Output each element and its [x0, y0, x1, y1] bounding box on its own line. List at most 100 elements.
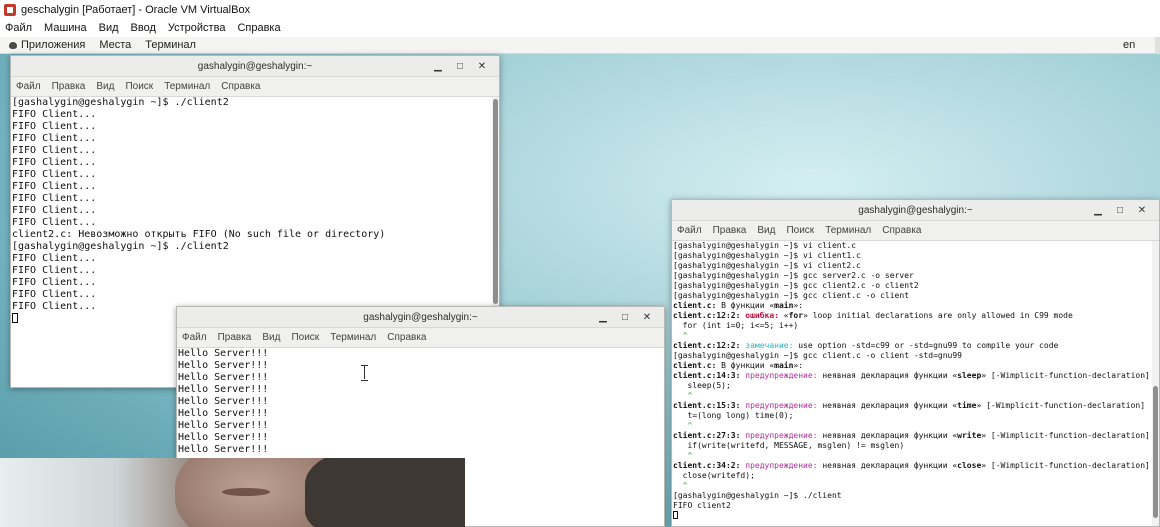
terminal-output[interactable]: [gashalygin@geshalygin ~]$ vi client.c [g… [672, 241, 1159, 526]
terminal-text: client.c:12:2: [673, 311, 746, 320]
menu-view[interactable]: Вид [757, 225, 775, 236]
terminal-text: [gashalygin@geshalygin ~]$ gcc client.c … [673, 291, 910, 300]
terminal-text: client.c: [673, 301, 717, 310]
terminal-text: предупреждение: [745, 371, 823, 380]
menu-search[interactable]: Поиск [786, 225, 814, 236]
terminal-line: FIFO Client... [12, 205, 97, 216]
menu-terminal[interactable]: Терминал [164, 81, 210, 92]
places-menu[interactable]: Места [99, 39, 131, 51]
terminal-line: FIFO Client... [12, 133, 97, 144]
vbox-menu-devices[interactable]: Устройства [168, 22, 226, 34]
terminal-line: FIFO Client... [12, 265, 97, 276]
terminal-line: FIFO Client... [12, 193, 97, 204]
virtualbox-app-icon [4, 3, 16, 16]
vbox-menu-view[interactable]: Вид [99, 22, 119, 34]
close-icon[interactable]: ✕ [471, 56, 493, 77]
minimize-icon[interactable]: ▁ [1087, 200, 1109, 221]
menu-edit[interactable]: Правка [52, 81, 86, 92]
terminal-text: » loop initial declarations are only all… [803, 311, 1073, 320]
terminal-line: [gashalygin@geshalygin ~]$ ./client [673, 491, 1159, 501]
terminal-text: client.c:14:3: [673, 371, 746, 380]
terminal-line: [gashalygin@geshalygin ~]$ gcc server2.c… [673, 271, 1159, 281]
terminal-text: неявная декларация функции « [822, 431, 958, 440]
vbox-menu-file[interactable]: Файл [5, 22, 32, 34]
terminal-text: [gashalygin@geshalygin ~]$ ./client [673, 491, 842, 500]
terminal-text: ^ [673, 421, 693, 430]
scrollbar-thumb[interactable] [1153, 386, 1158, 518]
terminal-line: if(write(writefd, MESSAGE, msglen) != ms… [673, 441, 1159, 451]
terminal-title-bar[interactable]: gashalygin@geshalygin:~ ▁ □ ✕ [177, 307, 664, 328]
terminal-line: ^ [673, 421, 1159, 431]
maximize-icon[interactable]: □ [1109, 200, 1131, 221]
terminal-line: FIFO Client... [12, 109, 97, 120]
vbox-menu-machine[interactable]: Машина [44, 22, 87, 34]
terminal-text: for (int i=0; i<=5; i++) [673, 321, 799, 330]
terminal-text: write [957, 431, 982, 440]
terminal-line: ^ [673, 391, 1159, 401]
terminal-line: [gashalygin@geshalygin ~]$ ./client2 [12, 241, 229, 252]
menu-terminal[interactable]: Терминал [330, 332, 376, 343]
terminal-text: ^ [673, 391, 693, 400]
menu-help[interactable]: Справка [387, 332, 426, 343]
menu-file[interactable]: Файл [182, 332, 207, 343]
terminal-line: FIFO Client... [12, 289, 97, 300]
maximize-icon[interactable]: □ [449, 56, 471, 77]
menu-view[interactable]: Вид [96, 81, 114, 92]
gnome-top-bar: Приложения Места Терминал en [0, 37, 1160, 54]
terminal-line: Hello Server!!! [178, 360, 269, 371]
terminal-text: FIFO client2 [673, 501, 731, 510]
menu-terminal[interactable]: Терминал [825, 225, 871, 236]
terminal-text: [gashalygin@geshalygin ~]$ gcc client2.c… [673, 281, 919, 290]
terminal-line: FIFO Client... [12, 253, 97, 264]
terminal-text: »: [793, 361, 804, 370]
webcam-overlay [0, 458, 465, 527]
gnome-foot-icon [8, 40, 18, 50]
minimize-icon[interactable]: ▁ [592, 307, 614, 328]
keyboard-layout-indicator[interactable]: en [1123, 39, 1135, 51]
vbox-menu-help[interactable]: Справка [237, 22, 280, 34]
applications-menu[interactable]: Приложения [8, 39, 85, 51]
vbox-menu-input[interactable]: Ввод [131, 22, 156, 34]
terminal-line: Hello Server!!! [178, 384, 269, 395]
terminal-menu-bar: Файл Правка Вид Поиск Терминал Справка [11, 77, 499, 97]
terminal-app-menu[interactable]: Терминал [145, 39, 196, 51]
terminal-line: ^ [673, 481, 1159, 491]
menu-file[interactable]: Файл [677, 225, 702, 236]
terminal-line: Hello Server!!! [178, 372, 269, 383]
minimize-icon[interactable]: ▁ [427, 56, 449, 77]
terminal-line: ^ [673, 331, 1159, 341]
menu-search[interactable]: Поиск [291, 332, 319, 343]
menu-edit[interactable]: Правка [713, 225, 747, 236]
maximize-icon[interactable]: □ [614, 307, 636, 328]
terminal-line: [gashalygin@geshalygin ~]$ vi client1.c [673, 251, 1159, 261]
terminal-text: В функции « [716, 301, 775, 310]
close-icon[interactable]: ✕ [1131, 200, 1153, 221]
menu-edit[interactable]: Правка [218, 332, 252, 343]
menu-help[interactable]: Справка [882, 225, 921, 236]
terminal-text: ошибка: [745, 311, 784, 320]
terminal-text: main [774, 301, 794, 310]
terminal-line: t=(long long) time(0); [673, 411, 1159, 421]
terminal-title: gashalygin@geshalygin:~ [197, 61, 313, 72]
terminal-text: замечание: [745, 341, 799, 350]
terminal-line: Hello Server!!! [178, 408, 269, 419]
terminal-title-bar[interactable]: gashalygin@geshalygin:~ ▁ □ ✕ [11, 56, 499, 77]
menu-file[interactable]: Файл [16, 81, 41, 92]
menu-help[interactable]: Справка [221, 81, 260, 92]
terminal-line: sleep(5); [673, 381, 1159, 391]
terminal-text: close [957, 461, 982, 470]
close-icon[interactable]: ✕ [636, 307, 658, 328]
terminal-text: client.c: [673, 361, 717, 370]
terminal-text: for [788, 311, 804, 320]
terminal-scrollbar[interactable] [1152, 241, 1159, 526]
terminal-line: Hello Server!!! [178, 396, 269, 407]
menu-view[interactable]: Вид [262, 332, 280, 343]
scrollbar-thumb[interactable] [493, 99, 498, 304]
terminal-line: FIFO Client... [12, 169, 97, 180]
menu-search[interactable]: Поиск [125, 81, 153, 92]
terminal-line: FIFO Client... [12, 145, 97, 156]
terminal-text: неявная декларация функции « [822, 401, 958, 410]
webcam-mouth [222, 488, 270, 496]
terminal-line: Hello Server!!! [178, 348, 269, 359]
terminal-title-bar[interactable]: gashalygin@geshalygin:~ ▁ □ ✕ [672, 200, 1159, 221]
